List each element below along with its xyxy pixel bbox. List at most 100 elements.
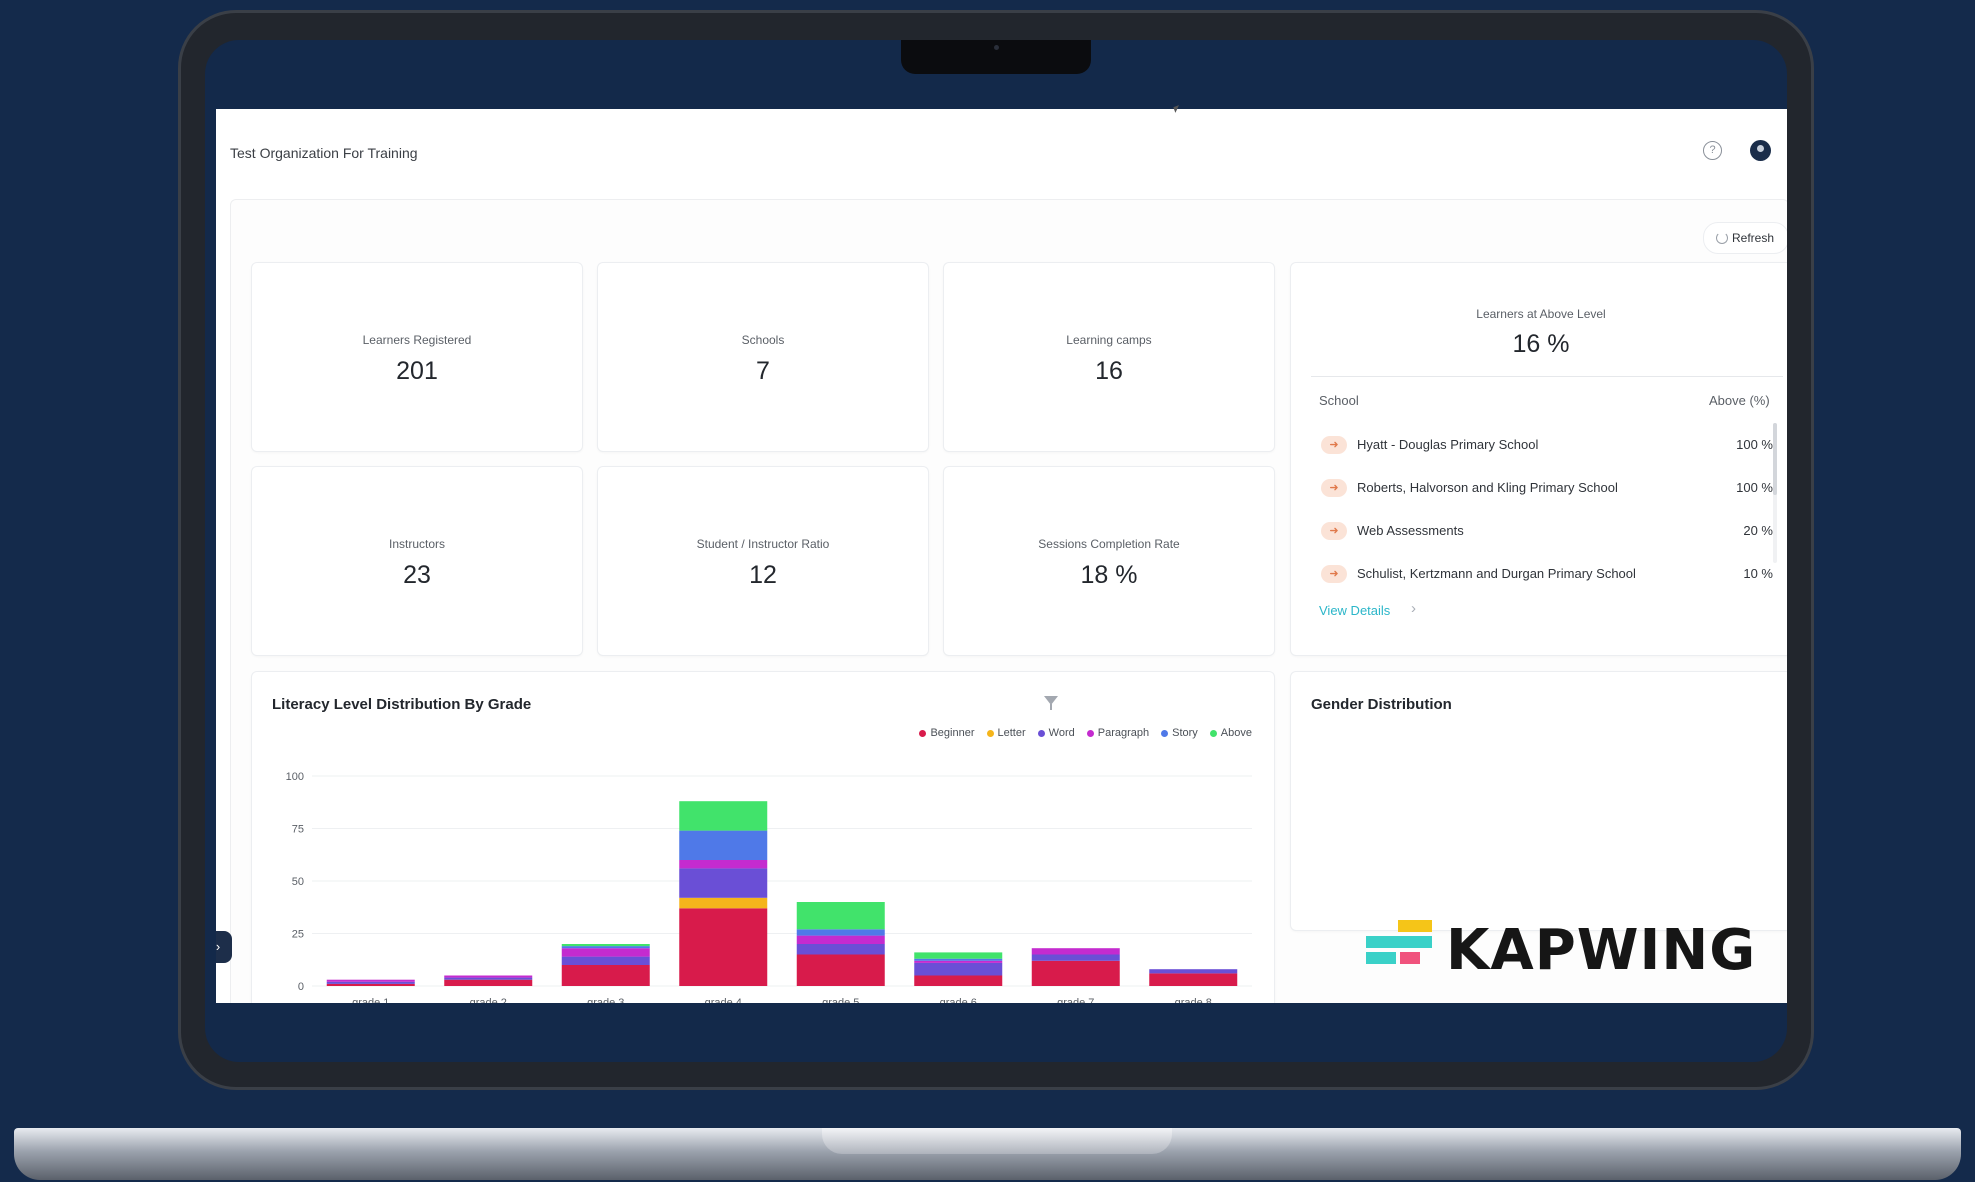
stat-card-learning-camps: Learning camps 16 <box>943 262 1275 452</box>
bar-segment[interactable] <box>444 975 533 978</box>
stat-value: 18 % <box>1080 561 1138 589</box>
bar-segment[interactable] <box>561 956 650 965</box>
school-name: Schulist, Kertzmann and Durgan Primary S… <box>1357 566 1636 581</box>
stat-card-student-instructor-ratio: Student / Instructor Ratio 12 <box>597 466 929 656</box>
y-tick-label: 25 <box>292 929 304 941</box>
y-tick-label: 100 <box>286 771 304 783</box>
bar-segment[interactable] <box>679 801 768 831</box>
x-tick-label: grade 3 <box>587 997 624 1003</box>
stat-value: 12 <box>749 561 777 589</box>
school-above-pct: 20 % <box>1743 523 1773 538</box>
arrow-right-icon[interactable]: ➜ <box>1321 436 1347 454</box>
bar-segment[interactable] <box>1031 960 1120 986</box>
sidebar-toggle-button[interactable]: › <box>216 931 232 963</box>
column-header-school: School <box>1319 393 1359 408</box>
above-level-label: Learners at Above Level <box>1476 307 1606 321</box>
avatar[interactable] <box>1750 140 1771 161</box>
bar-segment[interactable] <box>796 944 885 955</box>
stat-value: 23 <box>403 561 431 589</box>
stat-label: Learners Registered <box>362 333 472 347</box>
school-name: Roberts, Halvorson and Kling Primary Sch… <box>1357 480 1618 495</box>
chevron-right-icon[interactable]: › <box>1411 600 1416 617</box>
help-icon[interactable]: ? <box>1703 141 1722 160</box>
y-tick-label: 0 <box>298 981 304 993</box>
bar-segment[interactable] <box>561 946 650 949</box>
app-screen: Test Organization For Training ? Refresh… <box>216 109 1787 1003</box>
stat-value: 201 <box>396 357 438 385</box>
arrow-right-icon[interactable]: ➜ <box>1321 479 1347 497</box>
school-above-pct: 10 % <box>1743 566 1773 581</box>
stat-label: Student / Instructor Ratio <box>696 537 830 551</box>
divider <box>1311 376 1783 377</box>
chart-title: Gender Distribution <box>1311 696 1452 713</box>
refresh-icon <box>1716 232 1728 244</box>
bar-segment[interactable] <box>914 960 1003 963</box>
kapwing-logo-icon <box>1366 920 1432 964</box>
bar-segment[interactable] <box>1149 973 1238 986</box>
stat-card-sessions-completion-rate: Sessions Completion Rate 18 % <box>943 466 1275 656</box>
bar-segment[interactable] <box>914 962 1003 976</box>
literacy-bar-chart: 0 25 50 75 100 grade 1 grade 2 grade 3 grade 4 gr… <box>286 771 1252 1003</box>
bar-segment[interactable] <box>1031 948 1120 955</box>
stat-label: Instructors <box>388 537 445 551</box>
stat-card-learners-registered: Learners Registered 201 <box>251 262 583 452</box>
gender-chart-card: Gender Distribution <box>1290 671 1787 931</box>
bar-segment[interactable] <box>679 908 768 986</box>
bar-segment[interactable] <box>561 948 650 957</box>
column-header-above: Above (%) <box>1709 393 1770 408</box>
school-row[interactable]: ➜ Hyatt - Douglas Primary School 100 % <box>1321 435 1773 459</box>
scrollbar-thumb[interactable] <box>1773 423 1777 495</box>
stat-label: Learning camps <box>1066 333 1152 347</box>
bar-segment[interactable] <box>679 830 768 860</box>
stat-label: Schools <box>741 333 785 347</box>
x-tick-label: grade 4 <box>705 997 742 1003</box>
stat-value: 16 <box>1095 357 1123 385</box>
bar-segment[interactable] <box>1031 954 1120 961</box>
school-name: Web Assessments <box>1357 523 1464 538</box>
stat-label: Sessions Completion Rate <box>1038 537 1180 551</box>
arrow-right-icon[interactable]: ➜ <box>1321 565 1347 583</box>
bar-segment[interactable] <box>914 975 1003 987</box>
refresh-button[interactable]: Refresh <box>1703 222 1787 254</box>
laptop-base-notch <box>822 1128 1172 1154</box>
school-row[interactable]: ➜ Roberts, Halvorson and Kling Primary S… <box>1321 478 1773 502</box>
camera-icon <box>994 45 999 50</box>
school-row[interactable]: ➜ Schulist, Kertzmann and Durgan Primary… <box>1321 564 1773 588</box>
x-tick-label: grade 8 <box>1175 997 1212 1003</box>
bar-segment[interactable] <box>796 902 885 930</box>
x-tick-label: grade 7 <box>1057 997 1094 1003</box>
bar-segment[interactable] <box>914 952 1003 959</box>
watermark-text: KAPWING <box>1446 918 1757 983</box>
x-tick-label: grade 6 <box>940 997 977 1003</box>
bar-segment[interactable] <box>561 965 650 986</box>
above-level-value: 16 % <box>1512 330 1570 358</box>
school-name: Hyatt - Douglas Primary School <box>1357 437 1539 452</box>
bar-segment[interactable] <box>796 935 885 944</box>
school-row[interactable]: ➜ Web Assessments 20 % <box>1321 521 1773 545</box>
organization-name: Test Organization For Training <box>230 145 418 161</box>
y-tick-label: 75 <box>292 824 304 836</box>
view-details-link[interactable]: View Details <box>1319 603 1390 618</box>
bar-segment[interactable] <box>326 979 415 982</box>
bar-segment[interactable] <box>679 860 768 869</box>
bar-segment[interactable] <box>326 983 415 986</box>
bar-segment[interactable] <box>914 958 1003 961</box>
bar-segment[interactable] <box>561 944 650 947</box>
stat-card-instructors: Instructors 23 <box>251 466 583 656</box>
x-tick-label: grade 1 <box>352 997 389 1003</box>
top-bar: Test Organization For Training ? <box>216 109 1787 195</box>
bar-segment[interactable] <box>796 954 885 987</box>
school-above-pct: 100 % <box>1736 480 1773 495</box>
x-tick-label: grade 5 <box>822 997 859 1003</box>
stat-card-schools: Schools 7 <box>597 262 929 452</box>
arrow-right-icon[interactable]: ➜ <box>1321 522 1347 540</box>
bar-segment[interactable] <box>444 979 533 986</box>
y-tick-label: 50 <box>292 876 304 888</box>
bar-segment[interactable] <box>679 868 768 898</box>
bar-segment[interactable] <box>796 929 885 936</box>
bar-segment[interactable] <box>326 981 415 984</box>
bar-segment[interactable] <box>444 977 533 980</box>
bar-segment[interactable] <box>679 897 768 909</box>
bar-segment[interactable] <box>1149 969 1238 974</box>
refresh-label: Refresh <box>1732 231 1775 245</box>
